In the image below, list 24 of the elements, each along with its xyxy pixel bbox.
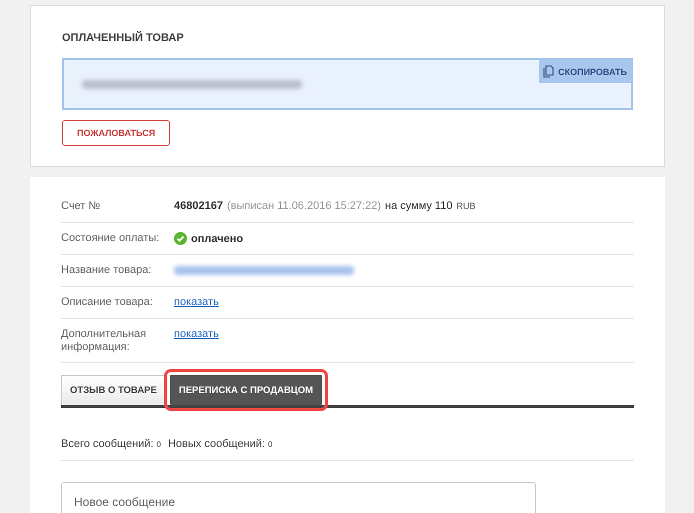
- invoice-number: 46802167: [174, 200, 223, 212]
- message-input[interactable]: Новое сообщение: [61, 482, 536, 513]
- field-label: Состояние оплаты:: [61, 232, 160, 245]
- count-label: Всего сообщений:: [61, 438, 154, 450]
- count-label: Новых сообщений:: [168, 438, 265, 450]
- show-link[interactable]: показать: [174, 328, 219, 340]
- field-label: Название товара:: [61, 264, 152, 277]
- currency: RUB: [456, 201, 476, 211]
- check-icon: [174, 232, 187, 245]
- tab[interactable]: ОТЗЫВ О ТОВАРЕ: [61, 375, 166, 405]
- payment-status: оплачено: [191, 232, 244, 244]
- item-code-field[interactable]: СКОПИРОВАТЬ: [62, 58, 633, 110]
- field-label: Дополнительная информация:: [61, 328, 148, 354]
- field-label: Счет №: [61, 200, 102, 213]
- count-value: 0: [268, 440, 272, 449]
- complain-button[interactable]: ПОЖАЛОВАТЬСЯ: [62, 120, 170, 146]
- show-link[interactable]: показать: [174, 296, 219, 308]
- section-title: ОПЛАЧЕННЫЙ ТОВАР: [62, 32, 185, 44]
- count-value: 0: [156, 440, 161, 449]
- field-label: Описание товара:: [61, 296, 154, 309]
- copy-icon: [543, 65, 554, 78]
- issued-date: (выписан 11.06.2016 15:27:22): [226, 200, 381, 212]
- invoice-amount: на сумму 110: [385, 200, 452, 212]
- copy-button[interactable]: СКОПИРОВАТЬ: [539, 60, 631, 83]
